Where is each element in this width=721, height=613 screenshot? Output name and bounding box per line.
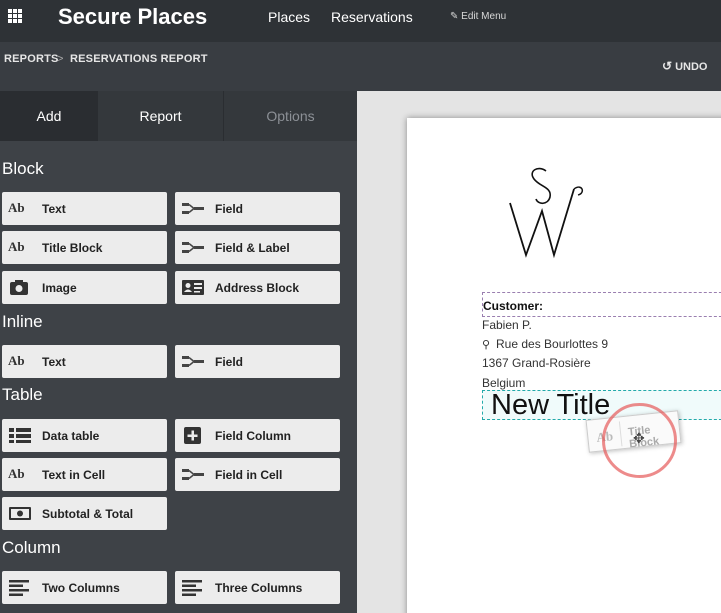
customer-street: Rue des Bourlottes 9 xyxy=(496,337,609,351)
add-three-columns-button[interactable]: Three Columns xyxy=(175,571,340,604)
camera-icon xyxy=(10,280,28,295)
edit-menu-label: Edit Menu xyxy=(461,11,507,22)
undo-label: UNDO xyxy=(675,61,708,73)
button-label: Field & Label xyxy=(215,241,290,255)
align-left-icon xyxy=(182,580,202,596)
report-canvas: Customer: Fabien P. ⚲ Rue des Bourlottes … xyxy=(357,91,721,613)
section-table-heading: Table xyxy=(2,385,43,404)
add-field-column-button[interactable]: Field Column xyxy=(175,419,340,452)
edit-menu-link[interactable]: ✎ Edit Menu xyxy=(450,11,506,22)
button-label: Text in Cell xyxy=(42,468,106,482)
tab-options[interactable]: Options xyxy=(224,91,357,141)
breadcrumb-reports[interactable]: REPORTS xyxy=(4,53,59,65)
undo-icon: ↺ xyxy=(662,59,673,73)
new-title-block[interactable]: New Title xyxy=(482,389,721,422)
add-field-block-button[interactable]: Field xyxy=(175,192,340,225)
map-marker-icon: ⚲ xyxy=(482,339,491,351)
new-title-text[interactable]: New Title xyxy=(491,389,610,422)
tab-add[interactable]: Add xyxy=(0,91,98,141)
button-label: Title Block xyxy=(42,241,103,255)
customer-country: Belgium xyxy=(482,376,526,390)
button-label: Text xyxy=(42,355,66,369)
customer-label: Customer: xyxy=(483,299,544,313)
add-field-label-button[interactable]: Field & Label xyxy=(175,231,340,264)
button-label: Field in Cell xyxy=(215,468,283,482)
cell-field-icon xyxy=(182,469,204,480)
text-ab-icon: Ab xyxy=(8,200,25,215)
top-bar: Secure Places Places Reservations ✎ Edit… xyxy=(0,0,721,42)
nav-reservations[interactable]: Reservations xyxy=(331,9,413,25)
add-inline-text-button[interactable]: Ab Text xyxy=(2,345,167,378)
customer-name: Fabien P. xyxy=(482,318,532,332)
field-icon xyxy=(182,203,204,214)
customer-street-row: ⚲ Rue des Bourlottes 9 xyxy=(482,337,608,351)
add-data-table-button[interactable]: Data table xyxy=(2,419,167,452)
pencil-icon: ✎ xyxy=(450,11,459,22)
components-panel: Add Report Options Block Ab Text Field A… xyxy=(0,91,357,613)
table-list-icon xyxy=(9,428,31,443)
report-page: Customer: Fabien P. ⚲ Rue des Bourlottes … xyxy=(407,118,721,613)
button-label: Two Columns xyxy=(42,581,120,595)
breadcrumb-separator: > xyxy=(57,53,64,65)
panel-tabs: Add Report Options xyxy=(0,91,357,141)
customer-city: 1367 Grand-Rosière xyxy=(482,356,591,370)
breadcrumb-bar: REPORTS > RESERVATIONS REPORT ↺ UNDO xyxy=(0,42,721,91)
company-logo xyxy=(509,167,584,259)
add-two-columns-button[interactable]: Two Columns xyxy=(2,571,167,604)
button-label: Field xyxy=(215,355,244,369)
button-label: Address Block xyxy=(215,281,300,295)
add-text-block-button[interactable]: Ab Text xyxy=(2,192,167,225)
add-field-in-cell-button[interactable]: Field in Cell xyxy=(175,458,340,491)
section-inline-heading: Inline xyxy=(2,312,43,331)
inline-field-icon xyxy=(182,356,204,367)
button-label: Field Column xyxy=(215,429,291,443)
add-text-in-cell-button[interactable]: Ab Text in Cell xyxy=(2,458,167,491)
button-label: Data table xyxy=(42,429,100,443)
plus-square-icon xyxy=(184,427,201,444)
app-title: Secure Places xyxy=(58,4,208,29)
cell-text-ab-icon: Ab xyxy=(8,466,25,481)
section-block-heading: Block xyxy=(2,159,44,178)
add-title-block-button[interactable]: Ab Title Block xyxy=(2,231,167,264)
breadcrumb-current: RESERVATIONS REPORT xyxy=(70,53,208,65)
section-column-heading: Column xyxy=(2,538,61,557)
customer-block-outline[interactable]: Customer: xyxy=(482,292,721,317)
tab-report[interactable]: Report xyxy=(98,91,223,141)
undo-button[interactable]: ↺ UNDO xyxy=(662,59,707,73)
button-label: Three Columns xyxy=(215,581,303,595)
add-inline-field-button[interactable]: Field xyxy=(175,345,340,378)
add-address-block-button[interactable]: Address Block xyxy=(175,271,340,304)
button-label: Text xyxy=(42,202,66,216)
button-label: Image xyxy=(42,281,77,295)
nav-places[interactable]: Places xyxy=(268,9,310,25)
field-label-icon xyxy=(182,242,204,253)
add-subtotal-total-button[interactable]: Subtotal & Total xyxy=(2,497,167,530)
align-left-icon xyxy=(9,580,29,596)
button-label: Subtotal & Total xyxy=(42,507,134,521)
address-card-icon xyxy=(182,280,204,295)
button-label: Field xyxy=(215,202,244,216)
inline-text-ab-icon: Ab xyxy=(8,353,25,368)
move-cursor-icon: ✥ xyxy=(633,430,645,446)
add-image-button[interactable]: Image xyxy=(2,271,167,304)
title-ab-icon: Ab xyxy=(8,239,25,254)
money-bill-icon xyxy=(9,507,31,520)
apps-grid-icon[interactable] xyxy=(8,9,22,23)
